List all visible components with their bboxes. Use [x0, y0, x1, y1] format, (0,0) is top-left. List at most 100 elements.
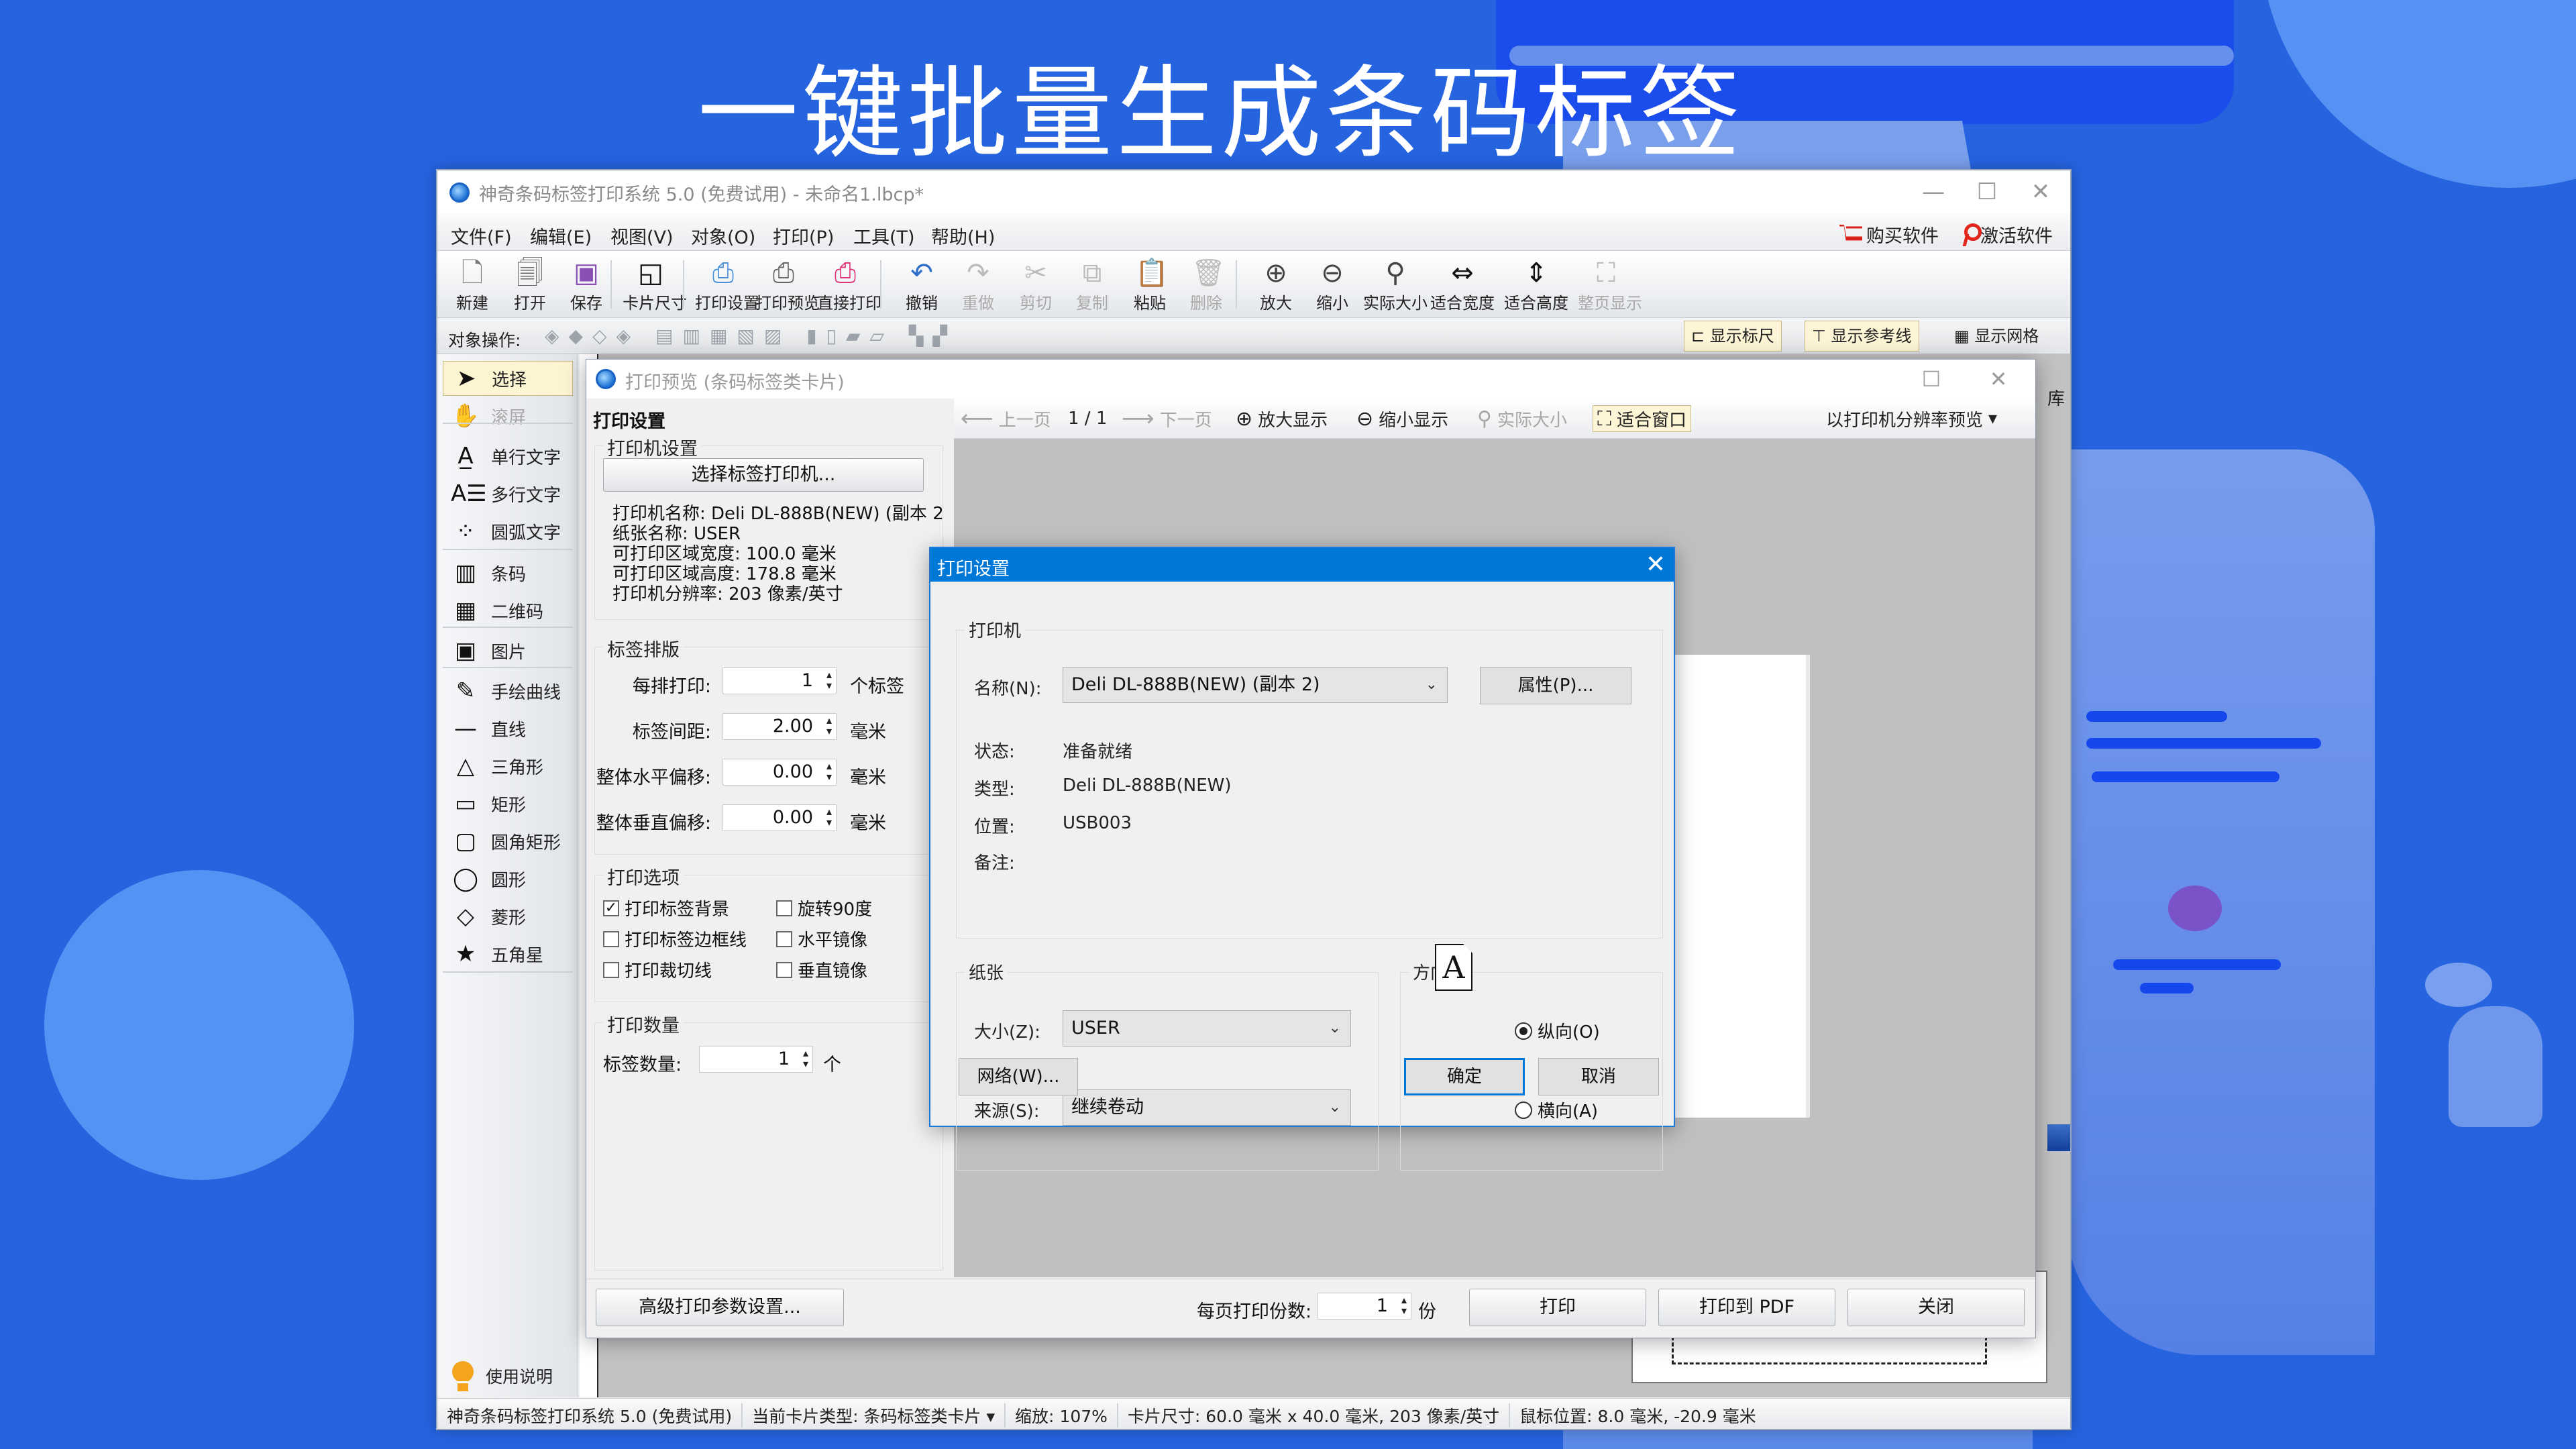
palette-item-single-line-text[interactable]: A̲ 单行文字	[443, 439, 573, 474]
toolbar-actual-size-button[interactable]: ⚲ 实际大小	[1362, 255, 1429, 314]
select-printer-button[interactable]: 选择标签打印机...	[603, 458, 924, 492]
option-checkbox[interactable]: 打印标签边框线	[603, 926, 747, 951]
layout-field-input[interactable]: 0.00	[722, 759, 837, 786]
portrait-radio[interactable]: 纵向(O)	[1515, 1018, 1600, 1043]
toolbar-paste-button[interactable]: 📋 粘贴	[1122, 255, 1178, 314]
palette-item-pen[interactable]: ✎ 手绘曲线	[443, 674, 573, 708]
close-preview-button[interactable]: 关闭	[1847, 1289, 2025, 1326]
option-checkbox[interactable]: 打印裁切线	[603, 957, 712, 982]
toolbar-delete-button[interactable]: 🗑 删除	[1178, 255, 1234, 314]
prev-page-button[interactable]: ⟵ 上一页	[961, 405, 1051, 432]
zoom-out-icon: ⊖	[1356, 407, 1374, 431]
cancel-button[interactable]: 取消	[1538, 1058, 1659, 1095]
toolbar-full-page-button[interactable]: ⛶ 整页显示	[1578, 255, 1642, 314]
palette-item-hand[interactable]: ✋ 滚屏	[443, 398, 573, 433]
pointer-icon: ➤	[456, 365, 476, 392]
toolbar-fit-width-button[interactable]: ⇔ 适合宽度	[1429, 255, 1496, 314]
palette-item-arc-text[interactable]: ⁘ 圆弧文字	[443, 514, 573, 549]
palette-item-triangle[interactable]: △ 三角形	[443, 749, 573, 784]
menu-object[interactable]: 对象(O)	[691, 223, 755, 249]
palette-item-image[interactable]: ▣ 图片	[443, 633, 573, 668]
zoom-out-button[interactable]: ⊖ 缩小显示	[1356, 405, 1448, 432]
preview-maximize-button[interactable]: ☐	[1901, 362, 1962, 396]
printer-properties-button[interactable]: 属性(P)...	[1480, 667, 1631, 704]
dialog-close-button[interactable]: ✕	[1646, 551, 1666, 578]
print-to-pdf-button[interactable]: 打印到 PDF	[1658, 1289, 1835, 1326]
menu-edit[interactable]: 编辑(E)	[530, 223, 592, 249]
guides-icon: ⊤	[1812, 327, 1831, 345]
card-size-icon: ◱	[638, 258, 663, 288]
print-button[interactable]: 打印	[1469, 1289, 1646, 1326]
copies-unit: 份	[1418, 1301, 1436, 1322]
option-checkbox[interactable]: 水平镜像	[776, 926, 867, 951]
palette-separator	[443, 627, 573, 628]
ok-button[interactable]: 确定	[1404, 1058, 1525, 1095]
menu-view[interactable]: 视图(V)	[610, 223, 674, 249]
toolbar-redo-button[interactable]: ↷ 重做	[950, 255, 1006, 314]
toolbar-fit-height-button[interactable]: ⇕ 适合高度	[1503, 255, 1570, 314]
toolbar-cut-button[interactable]: ✂ 剪切	[1008, 255, 1064, 314]
option-checkbox[interactable]: 旋转90度	[776, 896, 872, 920]
landscape-radio[interactable]: 横向(A)	[1515, 1097, 1598, 1122]
palette-item-barcode[interactable]: ▥ 条码	[443, 555, 573, 590]
menu-print[interactable]: 打印(P)	[773, 223, 834, 249]
menu-file[interactable]: 文件(F)	[451, 223, 512, 249]
palette-item-rounded-rectangle[interactable]: ▢ 圆角矩形	[443, 824, 573, 859]
toolbar-print-settings-button[interactable]: ⎙ 打印设置	[695, 255, 759, 314]
palette-item-line[interactable]: — 直线	[443, 711, 573, 746]
help-button[interactable]: 使用说明	[443, 1357, 573, 1395]
save-icon: ▣	[574, 258, 599, 288]
printer-name-info: 打印机名称: Deli DL-888B(NEW) (副本 2	[612, 504, 944, 524]
toolbar-zoom-out-button[interactable]: ⊖ 缩小	[1304, 255, 1360, 314]
option-checkbox[interactable]: ✓ 打印标签背景	[603, 896, 729, 920]
library-tab[interactable]: 库	[2047, 385, 2065, 410]
resolution-preview-dropdown[interactable]: 以打印机分辨率预览 ▾	[1826, 405, 1997, 432]
next-page-button[interactable]: ⟶ 下一页	[1122, 405, 1212, 432]
layout-field-input[interactable]: 2.00	[722, 713, 837, 740]
palette-item-star[interactable]: ★ 五角星	[443, 936, 573, 971]
layout-field-input[interactable]: 0.00	[722, 804, 837, 831]
close-button[interactable]: ✕	[2007, 174, 2070, 209]
palette-item-pointer[interactable]: ➤ 选择	[443, 361, 573, 396]
palette-item-multi-line-text[interactable]: A☰ 多行文字	[443, 476, 573, 511]
toolbar-new-file-button[interactable]: 🗋 新建	[444, 255, 500, 314]
copies-input[interactable]: 1	[1318, 1293, 1411, 1320]
toolbar-print-preview-button[interactable]: ⎙ 打印预览	[755, 255, 820, 314]
paper-source-select[interactable]: 继续卷动 ⌄	[1063, 1089, 1351, 1126]
preview-toolbar: ⟵ 上一页 1 / 1 ⟶ 下一页 ⊕ 放大显示 ⊖ 缩小显示 ⚲ 实际大小 ⛶ 适合窗口 …	[954, 398, 2035, 439]
show-grid-toggle[interactable]: ▦ 显示网格	[1947, 321, 2046, 352]
toolbar-save-button[interactable]: ▣ 保存	[558, 255, 614, 314]
grid-icon: ▦	[1954, 327, 1975, 345]
print-preview-icon: ⎙	[773, 258, 794, 288]
activate-software-link[interactable]: 激活软件	[1960, 221, 2053, 248]
layout-field-input[interactable]: 1	[722, 667, 837, 694]
advanced-settings-button[interactable]: 高级打印参数设置...	[596, 1289, 844, 1326]
show-ruler-toggle[interactable]: ⊏ 显示标尺	[1684, 321, 1782, 352]
palette-item-rectangle[interactable]: ▭ 矩形	[443, 786, 573, 821]
label-quantity-input[interactable]: 1	[699, 1046, 813, 1073]
decor-line	[2113, 959, 2281, 970]
actual-size-button[interactable]: ⚲ 实际大小	[1477, 405, 1567, 432]
palette-item-ellipse[interactable]: ◯ 圆形	[443, 861, 573, 896]
fit-window-button[interactable]: ⛶ 适合窗口	[1593, 405, 1692, 432]
toolbar-undo-button[interactable]: ↶ 撤销	[894, 255, 950, 314]
status-card-type[interactable]: 当前卡片类型: 条码标签类卡片 ▾	[743, 1403, 1006, 1428]
toolbar-zoom-in-button[interactable]: ⊕ 放大	[1248, 255, 1304, 314]
menu-tools[interactable]: 工具(T)	[853, 223, 915, 249]
toolbar-open-file-button[interactable]: 🗐 打开	[502, 255, 558, 314]
paper-size-select[interactable]: USER ⌄	[1063, 1010, 1351, 1046]
option-checkbox[interactable]: 垂直镜像	[776, 957, 867, 982]
layout-field-unit: 毫米	[850, 722, 886, 743]
toolbar-copy-button[interactable]: ⧉ 复制	[1064, 255, 1120, 314]
printer-name-select[interactable]: Deli DL-888B(NEW) (副本 2) ⌄	[1063, 667, 1448, 703]
toolbar-printer-button[interactable]: ⎙ 直接打印	[817, 255, 881, 314]
zoom-in-button[interactable]: ⊕ 放大显示	[1236, 405, 1328, 432]
preview-close-button[interactable]: ✕	[1968, 362, 2029, 396]
palette-item-qrcode[interactable]: ▦ 二维码	[443, 593, 573, 628]
network-button[interactable]: 网络(W)...	[959, 1058, 1078, 1095]
toolbar-card-size-button[interactable]: ◱ 卡片尺寸	[623, 255, 687, 314]
buy-software-link[interactable]: 购买软件	[1839, 221, 1939, 248]
palette-item-diamond[interactable]: ◇ 菱形	[443, 899, 573, 934]
menu-help[interactable]: 帮助(H)	[931, 223, 995, 249]
show-guides-toggle[interactable]: ⊤ 显示参考线	[1805, 321, 1919, 352]
